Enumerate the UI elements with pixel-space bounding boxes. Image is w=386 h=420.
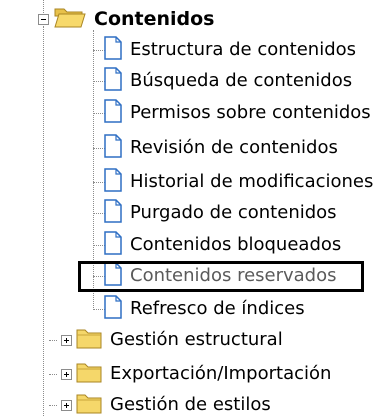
tree-item-label: Refresco de índices — [130, 298, 305, 319]
tree-node-exportacion-importacion[interactable]: Exportación/Importación — [76, 359, 333, 389]
tree-item-label: Contenidos reservados — [130, 265, 337, 286]
document-icon — [104, 168, 122, 196]
tree-item-label: Estructura de contenidos — [130, 39, 357, 60]
folder-icon — [76, 327, 102, 353]
tree-item-busqueda[interactable]: Búsqueda de contenidos — [104, 66, 354, 96]
tree-item-reservados[interactable]: Contenidos reservados — [104, 261, 339, 291]
document-icon — [104, 262, 122, 290]
document-icon — [104, 36, 122, 64]
document-icon — [104, 231, 122, 259]
navigation-tree: Contenidos Estructura de contenidos Búsq… — [0, 0, 386, 416]
tree-node-label: Gestión estructural — [110, 329, 283, 350]
tree-item-permisos[interactable]: Permisos sobre contenidos — [104, 98, 373, 128]
tree-item-revision[interactable]: Revisión de contenidos — [104, 133, 340, 163]
tree-item-bloqueados[interactable]: Contenidos bloqueados — [104, 230, 343, 260]
tree-item-label: Búsqueda de contenidos — [130, 70, 353, 91]
tree-node-contenidos[interactable]: Contenidos — [54, 4, 217, 34]
tree-item-refresco[interactable]: Refresco de índices — [104, 294, 307, 324]
document-icon — [104, 99, 122, 127]
tree-item-label: Revisión de contenidos — [130, 137, 338, 158]
tree-connector — [93, 30, 94, 310]
tree-connector — [49, 340, 57, 341]
tree-item-historial[interactable]: Historial de modificaciones — [104, 167, 375, 197]
tree-item-label: Contenidos bloqueados — [130, 234, 342, 255]
tree-node-gestion-estructural[interactable]: Gestión estructural — [76, 325, 285, 355]
tree-connector — [43, 26, 44, 416]
expand-toggle[interactable] — [61, 335, 72, 346]
collapse-toggle[interactable] — [38, 14, 49, 25]
tree-node-label: Exportación/Importación — [110, 363, 332, 384]
document-icon — [104, 134, 122, 162]
tree-item-label: Permisos sobre contenidos — [130, 102, 371, 123]
expand-toggle[interactable] — [61, 400, 72, 411]
tree-item-estructura[interactable]: Estructura de contenidos — [104, 35, 358, 65]
folder-open-icon — [54, 5, 86, 33]
document-icon — [104, 199, 122, 227]
tree-connector — [49, 405, 57, 406]
expand-toggle[interactable] — [61, 369, 72, 380]
tree-item-purgado[interactable]: Purgado de contenidos — [104, 198, 339, 228]
tree-connector — [49, 374, 57, 375]
tree-item-label: Historial de modificaciones — [130, 171, 374, 192]
document-icon — [104, 295, 122, 323]
tree-item-label: Purgado de contenidos — [130, 202, 337, 223]
tree-node-label: Contenidos — [94, 8, 215, 30]
document-icon — [104, 67, 122, 95]
folder-icon — [76, 361, 102, 387]
folder-icon — [76, 392, 102, 418]
